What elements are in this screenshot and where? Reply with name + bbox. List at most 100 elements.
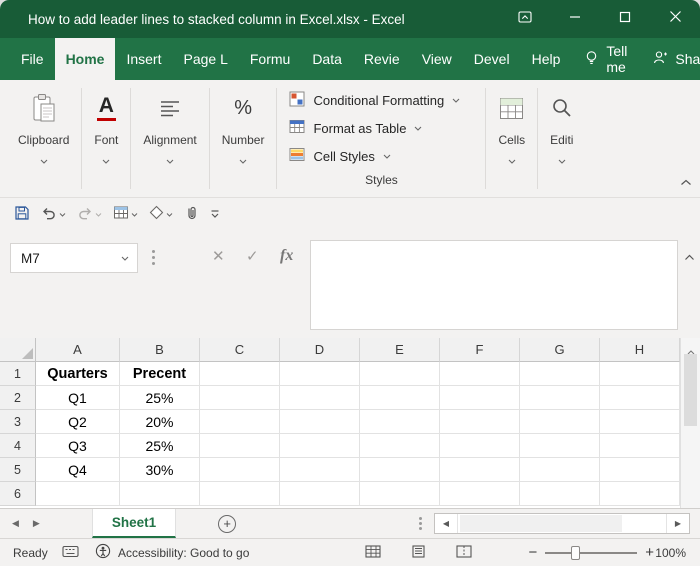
clipboard-group[interactable]: Clipboard — [6, 80, 81, 197]
cell-B1[interactable]: Precent — [120, 362, 200, 386]
cell-C1[interactable] — [200, 362, 280, 386]
cell-D5[interactable] — [280, 458, 360, 482]
save-button[interactable] — [10, 202, 34, 229]
cell-B2[interactable]: 25% — [120, 386, 200, 410]
tell-me-button[interactable]: Tell me — [571, 38, 640, 80]
row-header-1[interactable]: 1 — [0, 362, 36, 386]
horizontal-scrollbar-track[interactable] — [457, 514, 667, 533]
tab-devel[interactable]: Devel — [463, 38, 521, 80]
cell-H4[interactable] — [600, 434, 680, 458]
macro-record-icon[interactable] — [62, 545, 79, 561]
formula-bar-drag-handle[interactable] — [152, 250, 155, 253]
tab-data[interactable]: Data — [301, 38, 353, 80]
tab-view[interactable]: View — [411, 38, 463, 80]
column-header-C[interactable]: C — [200, 338, 280, 362]
cells-group[interactable]: Cells — [486, 80, 537, 197]
scroll-right-icon[interactable]: ▶ — [667, 514, 689, 533]
share-button[interactable]: Share — [640, 38, 700, 80]
sheet-tab-sheet1[interactable]: Sheet1 — [92, 509, 176, 538]
cell-G6[interactable] — [520, 482, 600, 506]
tab-help[interactable]: Help — [521, 38, 572, 80]
column-header-D[interactable]: D — [280, 338, 360, 362]
cell-A2[interactable]: Q1 — [36, 386, 120, 410]
redo-button[interactable] — [73, 202, 106, 229]
collapse-formula-bar-button[interactable] — [684, 248, 695, 266]
cell-F3[interactable] — [440, 410, 520, 434]
page-layout-view-icon[interactable] — [411, 545, 426, 561]
format-as-table-button[interactable]: Format as Table — [289, 114, 473, 142]
zoom-in-button[interactable]: + — [645, 544, 654, 561]
cell-E4[interactable] — [360, 434, 440, 458]
zoom-level[interactable]: 100% — [654, 546, 700, 560]
cell-E2[interactable] — [360, 386, 440, 410]
cell-G1[interactable] — [520, 362, 600, 386]
conditional-formatting-button[interactable]: Conditional Formatting — [289, 86, 473, 114]
column-header-G[interactable]: G — [520, 338, 600, 362]
cell-A1[interactable]: Quarters — [36, 362, 120, 386]
cell-G4[interactable] — [520, 434, 600, 458]
cell-A3[interactable]: Q2 — [36, 410, 120, 434]
cell-E3[interactable] — [360, 410, 440, 434]
formula-input[interactable] — [310, 240, 678, 330]
cell-D2[interactable] — [280, 386, 360, 410]
row-header-2[interactable]: 2 — [0, 386, 36, 410]
cell-H1[interactable] — [600, 362, 680, 386]
scroll-left-icon[interactable]: ◀ — [435, 514, 457, 533]
cell-G2[interactable] — [520, 386, 600, 410]
cell-A5[interactable]: Q4 — [36, 458, 120, 482]
cell-G5[interactable] — [520, 458, 600, 482]
cell-F5[interactable] — [440, 458, 520, 482]
cell-H2[interactable] — [600, 386, 680, 410]
table-tool-button[interactable] — [109, 202, 142, 228]
normal-view-icon[interactable] — [365, 545, 381, 561]
cell-F1[interactable] — [440, 362, 520, 386]
ribbon-display-options-button[interactable] — [500, 0, 550, 38]
cell-G3[interactable] — [520, 410, 600, 434]
font-group[interactable]: A Font — [82, 80, 130, 197]
row-header-4[interactable]: 4 — [0, 434, 36, 458]
tab-revie[interactable]: Revie — [353, 38, 411, 80]
collapse-ribbon-button[interactable] — [680, 173, 692, 191]
customize-qat-button[interactable] — [206, 203, 224, 227]
zoom-slider[interactable] — [545, 546, 637, 560]
tab-home[interactable]: Home — [55, 38, 116, 80]
cell-B5[interactable]: 30% — [120, 458, 200, 482]
cell-E5[interactable] — [360, 458, 440, 482]
enter-button[interactable]: ✓ — [246, 247, 259, 265]
next-sheet-icon[interactable]: ▶ — [33, 518, 40, 529]
cell-B3[interactable]: 20% — [120, 410, 200, 434]
accessibility-status[interactable]: Accessibility: Good to go — [95, 543, 249, 562]
tab-formu[interactable]: Formu — [239, 38, 301, 80]
cell-C2[interactable] — [200, 386, 280, 410]
row-header-5[interactable]: 5 — [0, 458, 36, 482]
zoom-out-button[interactable]: − — [528, 544, 537, 561]
undo-button[interactable] — [37, 202, 70, 229]
cell-F2[interactable] — [440, 386, 520, 410]
row-header-3[interactable]: 3 — [0, 410, 36, 434]
cell-H5[interactable] — [600, 458, 680, 482]
cell-C4[interactable] — [200, 434, 280, 458]
cancel-button[interactable]: ✕ — [212, 247, 225, 265]
alignment-group[interactable]: Alignment — [131, 80, 208, 197]
editing-group[interactable]: Editi — [538, 80, 585, 197]
column-header-F[interactable]: F — [440, 338, 520, 362]
minimize-button[interactable] — [550, 0, 600, 38]
cell-F4[interactable] — [440, 434, 520, 458]
cell-D1[interactable] — [280, 362, 360, 386]
zoom-slider-thumb[interactable] — [571, 546, 580, 560]
page-break-preview-icon[interactable] — [456, 545, 472, 561]
maximize-button[interactable] — [600, 0, 650, 38]
cell-C6[interactable] — [200, 482, 280, 506]
cell-B4[interactable]: 25% — [120, 434, 200, 458]
cell-F6[interactable] — [440, 482, 520, 506]
cell-H3[interactable] — [600, 410, 680, 434]
cell-A4[interactable]: Q3 — [36, 434, 120, 458]
new-sheet-button[interactable]: + — [218, 515, 236, 533]
horizontal-scrollbar[interactable]: ◀ ▶ — [434, 513, 690, 534]
cell-C3[interactable] — [200, 410, 280, 434]
column-header-B[interactable]: B — [120, 338, 200, 362]
tab-file[interactable]: File — [10, 38, 55, 80]
number-group[interactable]: % Number — [210, 80, 277, 197]
row-header-6[interactable]: 6 — [0, 482, 36, 506]
cell-D4[interactable] — [280, 434, 360, 458]
